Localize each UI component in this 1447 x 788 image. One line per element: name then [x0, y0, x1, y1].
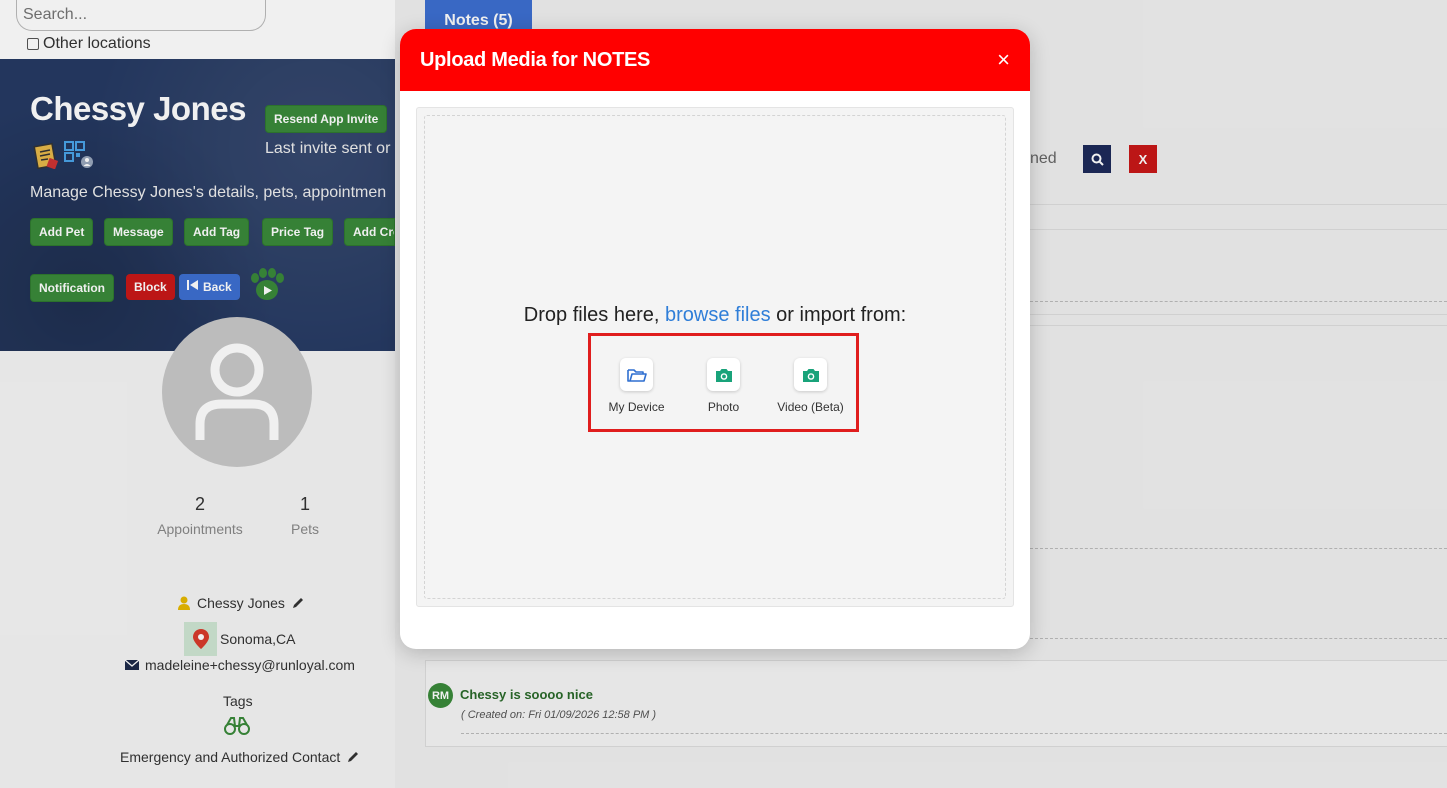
browse-files-link[interactable]: browse files: [665, 304, 771, 326]
modal-header: Upload Media for NOTES ×: [400, 29, 1030, 91]
source-label: Video (Beta): [777, 400, 844, 414]
import-sources-highlight: My Device Photo Video (Beta): [588, 333, 859, 432]
source-photo-button[interactable]: Photo: [680, 358, 767, 429]
source-my-device-button[interactable]: My Device: [593, 358, 680, 429]
camera-icon: [707, 358, 740, 391]
modal-title: Upload Media for NOTES: [420, 48, 651, 71]
drop-instructions: Drop files here, browse files or import …: [425, 304, 1005, 327]
source-label: My Device: [608, 400, 665, 414]
drop-text-after: or import from:: [776, 304, 907, 326]
source-label: Photo: [707, 400, 740, 414]
drop-text-before: Drop files here,: [523, 304, 660, 326]
folder-icon: [620, 358, 653, 391]
dropzone[interactable]: Drop files here, browse files or import …: [416, 107, 1014, 607]
source-video-button[interactable]: Video (Beta): [767, 358, 854, 429]
close-icon[interactable]: ×: [997, 49, 1010, 71]
dropzone-dashed-area[interactable]: Drop files here, browse files or import …: [424, 115, 1006, 599]
upload-media-modal: Upload Media for NOTES × Drop files here…: [400, 29, 1030, 649]
camera-icon: [794, 358, 827, 391]
